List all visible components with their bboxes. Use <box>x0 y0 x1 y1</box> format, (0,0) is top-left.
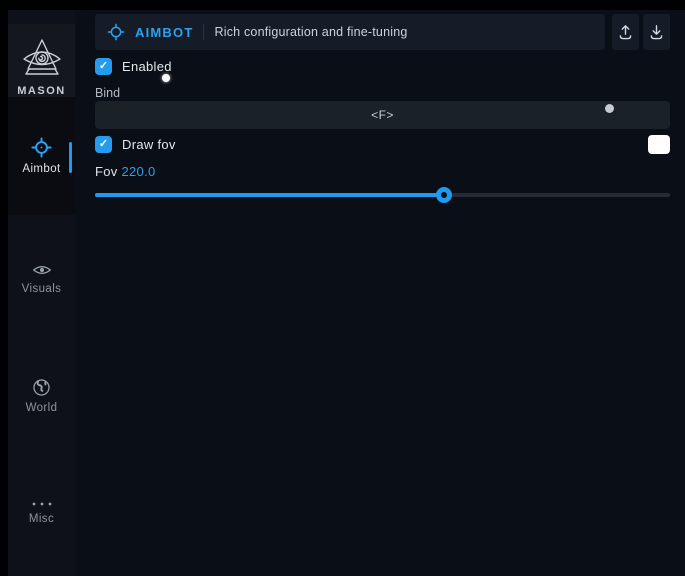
brand-logo: MASON <box>8 24 75 101</box>
app-window: MASON Aimbot <box>0 0 685 576</box>
page-subtitle: Rich configuration and fine-tuning <box>214 25 407 39</box>
upload-config-button[interactable] <box>612 14 639 50</box>
draw-fov-label: Draw fov <box>122 137 176 152</box>
sidebar-item-visuals[interactable]: Visuals <box>8 250 75 306</box>
main-content: AIMBOT Rich configuration and fine-tunin… <box>75 10 685 576</box>
upload-icon <box>618 24 633 40</box>
sidebar-item-label: Misc <box>29 513 54 525</box>
eye-icon <box>32 262 52 278</box>
sidebar-item-world[interactable]: World <box>8 368 75 424</box>
fov-label: Fov <box>95 164 121 179</box>
enabled-row: Enabled <box>95 57 670 75</box>
draw-fov-row: Draw fov <box>95 135 670 154</box>
active-accent-bar <box>69 142 72 173</box>
crosshair-icon <box>107 23 125 41</box>
sidebar-item-label: World <box>26 402 58 414</box>
bind-key-field[interactable]: <F> <box>95 101 670 129</box>
fov-color-swatch[interactable] <box>648 135 670 154</box>
sidebar-item-label: Visuals <box>22 283 62 295</box>
sidebar: MASON Aimbot <box>8 10 75 576</box>
ellipsis-icon <box>31 500 53 508</box>
fov-slider-thumb[interactable] <box>436 187 452 203</box>
globe-icon <box>32 378 51 397</box>
page-header: AIMBOT Rich configuration and fine-tunin… <box>95 14 605 50</box>
enabled-checkbox[interactable] <box>95 58 112 75</box>
download-icon <box>649 24 664 40</box>
brand-name: MASON <box>17 85 65 97</box>
bind-label: Bind <box>95 86 120 100</box>
draw-fov-checkbox[interactable] <box>95 136 112 153</box>
download-config-button[interactable] <box>643 14 670 50</box>
crosshair-icon <box>31 137 52 158</box>
header-divider <box>203 24 204 40</box>
sidebar-item-aimbot[interactable]: Aimbot <box>8 97 75 215</box>
bind-key-value: <F> <box>371 108 394 122</box>
fov-slider-fill <box>95 193 444 197</box>
mason-pyramid-eye-icon <box>19 38 65 82</box>
fov-label-row: Fov 220.0 <box>95 164 156 179</box>
sidebar-item-misc[interactable]: Misc <box>8 484 75 540</box>
sidebar-item-label: Aimbot <box>22 163 60 175</box>
page-title: AIMBOT <box>135 25 193 40</box>
fov-value: 220.0 <box>121 164 155 179</box>
fov-slider[interactable] <box>95 186 670 204</box>
enabled-label: Enabled <box>122 59 172 74</box>
